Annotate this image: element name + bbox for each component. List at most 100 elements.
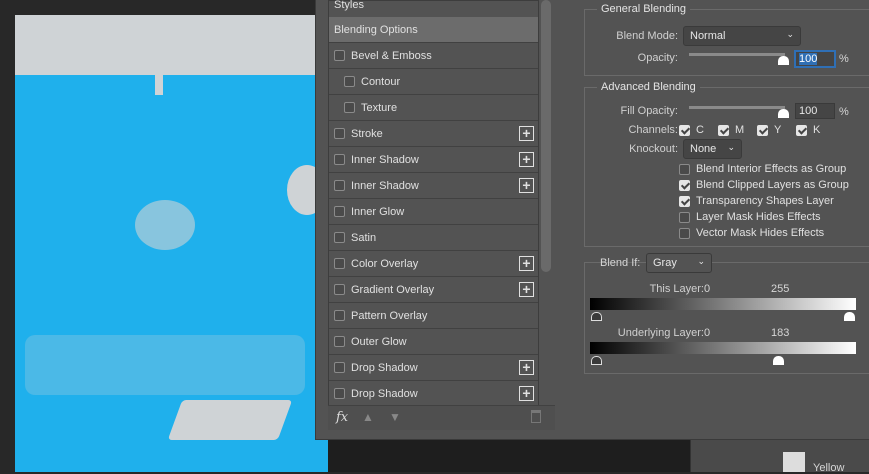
fill-opacity-percent: % bbox=[839, 106, 849, 118]
style-item-label: Texture bbox=[361, 101, 398, 114]
style-checkbox[interactable] bbox=[344, 76, 355, 87]
style-checkbox[interactable] bbox=[334, 180, 345, 191]
style-item[interactable]: Stroke + bbox=[329, 121, 538, 147]
checkbox[interactable] bbox=[679, 124, 690, 136]
add-effect-icon[interactable]: + bbox=[519, 282, 534, 297]
chevron-down-icon: ⌄ bbox=[727, 142, 735, 152]
style-item[interactable]: Inner Shadow + bbox=[329, 147, 538, 173]
checkbox[interactable] bbox=[679, 227, 690, 239]
style-item-label: Bevel & Emboss bbox=[351, 49, 432, 62]
style-item[interactable]: Drop Shadow + bbox=[329, 381, 538, 407]
style-item-label: Drop Shadow bbox=[351, 387, 418, 400]
add-effect-icon[interactable]: + bbox=[519, 178, 534, 193]
underlying-layer-low-thumb[interactable] bbox=[591, 356, 602, 365]
style-checkbox[interactable] bbox=[334, 206, 345, 217]
fill-opacity-input[interactable]: 100 bbox=[795, 103, 835, 119]
advanced-option-checkbox[interactable]: Vector Mask Hides Effects bbox=[679, 227, 824, 239]
style-item-label: Inner Glow bbox=[351, 205, 405, 218]
style-checkbox[interactable] bbox=[334, 50, 345, 61]
add-effect-icon[interactable]: + bbox=[519, 360, 534, 375]
style-checkbox[interactable] bbox=[334, 232, 345, 243]
checkbox[interactable] bbox=[679, 195, 690, 207]
channel-y-checkbox[interactable]: Y bbox=[757, 124, 781, 136]
chevron-down-icon: ⌄ bbox=[786, 29, 794, 39]
this-layer-high-thumb[interactable] bbox=[844, 312, 855, 321]
channel-m-checkbox[interactable]: M bbox=[718, 124, 744, 136]
add-effect-icon[interactable]: + bbox=[519, 256, 534, 271]
style-checkbox[interactable] bbox=[344, 102, 355, 113]
move-down-icon[interactable]: ▼ bbox=[389, 410, 401, 424]
layer-style-dialog: Styles Blending Options Bevel & Emboss Con… bbox=[315, 0, 869, 440]
styles-header: Styles bbox=[334, 0, 364, 11]
style-item[interactable]: Gradient Overlay + bbox=[329, 277, 538, 303]
opacity-slider[interactable] bbox=[689, 53, 785, 56]
blend-if-select[interactable]: Gray ⌄ bbox=[646, 253, 712, 273]
advanced-option-checkbox[interactable]: Blend Clipped Layers as Group bbox=[679, 179, 849, 191]
checkbox[interactable] bbox=[718, 124, 729, 136]
style-item[interactable]: Outer Glow bbox=[329, 329, 538, 355]
workspace-background bbox=[328, 440, 690, 472]
style-item[interactable]: Bevel & Emboss bbox=[329, 43, 538, 69]
advanced-option-checkbox[interactable]: Blend Interior Effects as Group bbox=[679, 163, 846, 175]
advanced-option-checkbox[interactable]: Layer Mask Hides Effects bbox=[679, 211, 821, 223]
blend-if-label: Blend If: bbox=[600, 257, 641, 269]
opacity-input[interactable]: 100 bbox=[794, 50, 836, 68]
style-checkbox[interactable] bbox=[334, 258, 345, 269]
knockout-select[interactable]: None ⌄ bbox=[683, 139, 742, 159]
document-canvas[interactable] bbox=[15, 15, 328, 472]
style-item-label: Blending Options bbox=[334, 23, 418, 36]
underlying-layer-label: Underlying Layer: bbox=[617, 327, 704, 339]
style-checkbox[interactable] bbox=[334, 336, 345, 347]
style-item[interactable]: Inner Shadow + bbox=[329, 173, 538, 199]
channel-label: Y bbox=[774, 124, 782, 136]
option-label: Transparency Shapes Layer bbox=[696, 195, 834, 207]
blend-mode-value: Normal bbox=[690, 30, 726, 42]
style-item-label: Satin bbox=[351, 231, 377, 244]
advanced-option-checkbox[interactable]: Transparency Shapes Layer bbox=[679, 195, 834, 207]
style-item[interactable]: Texture bbox=[329, 95, 538, 121]
style-item[interactable]: Satin bbox=[329, 225, 538, 251]
this-layer-gradient bbox=[590, 298, 856, 310]
styles-scrollbar[interactable] bbox=[541, 0, 551, 272]
channel-k-checkbox[interactable]: K bbox=[796, 124, 820, 136]
underlying-layer-high-thumb[interactable] bbox=[773, 356, 784, 365]
style-item-label: Gradient Overlay bbox=[351, 283, 435, 296]
style-checkbox[interactable] bbox=[334, 128, 345, 139]
fx-button[interactable]: fx bbox=[336, 410, 348, 425]
add-effect-icon[interactable]: + bbox=[519, 126, 534, 141]
add-effect-icon[interactable]: + bbox=[519, 152, 534, 167]
add-effect-icon[interactable]: + bbox=[519, 386, 534, 401]
style-checkbox[interactable] bbox=[334, 310, 345, 321]
style-item[interactable]: Pattern Overlay bbox=[329, 303, 538, 329]
style-item[interactable]: Contour bbox=[329, 69, 538, 95]
checkbox[interactable] bbox=[796, 124, 807, 136]
option-label: Layer Mask Hides Effects bbox=[696, 211, 821, 223]
opacity-label: Opacity: bbox=[637, 52, 678, 64]
checkbox[interactable] bbox=[679, 211, 690, 223]
style-item[interactable]: Blending Options bbox=[329, 17, 538, 43]
checkbox[interactable] bbox=[679, 163, 690, 175]
style-checkbox[interactable] bbox=[334, 154, 345, 165]
layers-panel: Yellow bbox=[690, 440, 869, 474]
move-up-icon[interactable]: ▲ bbox=[362, 410, 374, 424]
checkbox[interactable] bbox=[757, 124, 768, 136]
underlying-layer-low: 0 bbox=[704, 327, 711, 339]
fill-opacity-slider[interactable] bbox=[689, 106, 785, 109]
style-item-label: Inner Shadow bbox=[351, 153, 419, 166]
blend-mode-select[interactable]: Normal ⌄ bbox=[683, 26, 801, 46]
fill-opacity-slider-thumb[interactable] bbox=[778, 109, 789, 118]
style-item-label: Contour bbox=[361, 75, 401, 88]
trash-icon[interactable] bbox=[531, 410, 541, 423]
style-item[interactable]: Drop Shadow + bbox=[329, 355, 538, 381]
style-checkbox[interactable] bbox=[334, 388, 345, 399]
style-item[interactable]: Color Overlay + bbox=[329, 251, 538, 277]
layer-name[interactable]: Yellow bbox=[813, 462, 844, 474]
style-item[interactable]: Inner Glow bbox=[329, 199, 538, 225]
checkbox[interactable] bbox=[679, 179, 690, 191]
this-layer-low-thumb[interactable] bbox=[591, 312, 602, 321]
opacity-slider-thumb[interactable] bbox=[778, 56, 789, 65]
blend-if-group bbox=[584, 262, 869, 374]
channel-c-checkbox[interactable]: C bbox=[679, 124, 704, 136]
style-checkbox[interactable] bbox=[334, 362, 345, 373]
style-checkbox[interactable] bbox=[334, 284, 345, 295]
